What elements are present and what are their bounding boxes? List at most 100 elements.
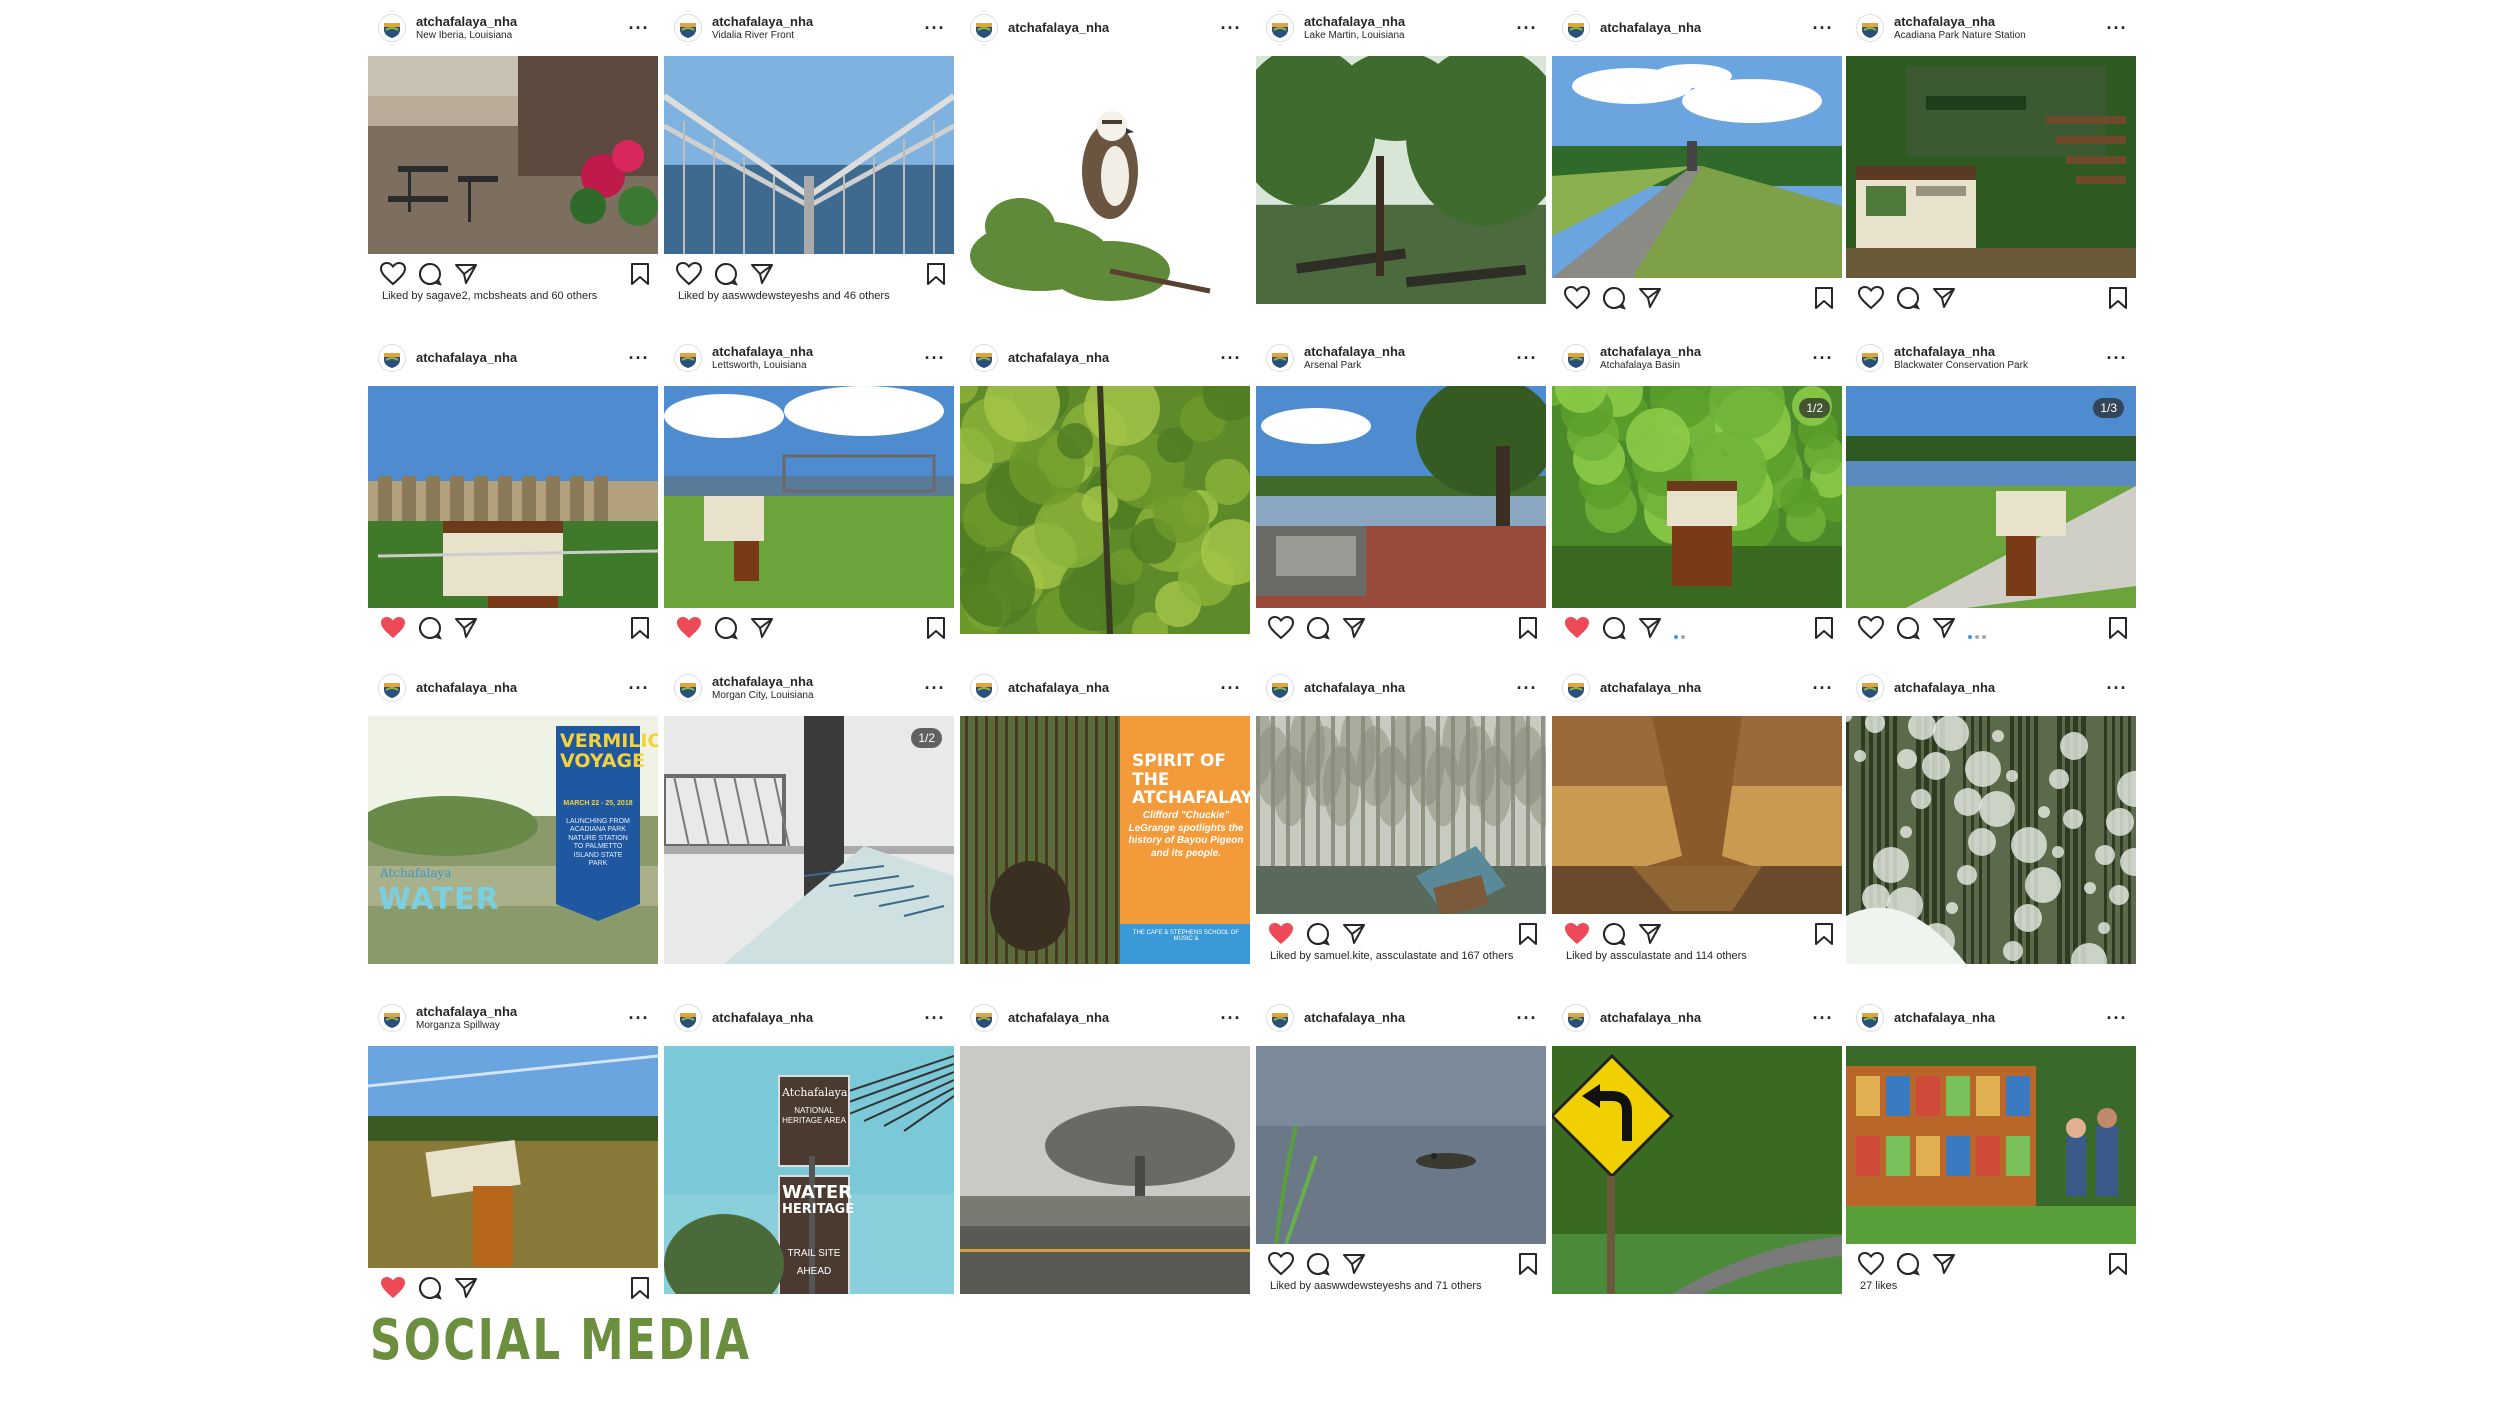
post-photo[interactable] [1846,56,2136,278]
like-heart-icon[interactable] [675,261,703,291]
liked-heart-icon[interactable] [1564,616,1590,645]
more-options-icon[interactable]: ··· [1512,348,1542,369]
post-username[interactable]: atchafalaya_nha [1304,1011,1512,1025]
bookmark-icon[interactable] [1518,922,1538,951]
profile-avatar[interactable] [674,1004,702,1032]
bookmark-icon[interactable] [630,262,650,291]
post-username[interactable]: atchafalaya_nha [1008,1011,1216,1025]
post-username[interactable]: atchafalaya_nha [416,1005,624,1019]
profile-avatar[interactable] [1562,1004,1590,1032]
likes-summary[interactable]: Liked by aaswwdewsteyeshs and 71 others [1270,1280,1482,1292]
likes-summary[interactable]: Liked by aaswwdewsteyeshs and 46 others [678,290,890,302]
post-photo[interactable] [1552,56,1842,278]
share-icon[interactable] [454,262,478,291]
instagram-post[interactable]: atchafalaya_nha Arsenal Park ··· [1256,330,1546,660]
more-options-icon[interactable]: ··· [1216,18,1246,39]
bookmark-icon[interactable] [2108,286,2128,315]
post-photo[interactable]: 1/2 [1552,386,1842,608]
bookmark-icon[interactable] [630,616,650,645]
profile-avatar[interactable] [378,1004,406,1032]
more-options-icon[interactable]: ··· [920,1008,950,1029]
post-location[interactable]: Atchafalaya Basin [1600,360,1808,372]
post-username[interactable]: atchafalaya_nha [1008,681,1216,695]
more-options-icon[interactable]: ··· [920,348,950,369]
more-options-icon[interactable]: ··· [2102,348,2132,369]
post-username[interactable]: atchafalaya_nha [1008,351,1216,365]
share-icon[interactable] [1342,1252,1366,1281]
liked-heart-icon[interactable] [1268,922,1294,951]
profile-avatar[interactable] [1266,344,1294,372]
instagram-post[interactable]: atchafalaya_nha Vidalia River Front ··· … [664,0,954,330]
profile-avatar[interactable] [1266,1004,1294,1032]
instagram-post[interactable]: atchafalaya_nha ··· [960,990,1250,1320]
share-icon[interactable] [1638,286,1662,315]
post-photo[interactable]: 1/3 [1846,386,2136,608]
post-photo[interactable] [1552,716,1842,914]
comment-icon[interactable] [1602,286,1626,315]
profile-avatar[interactable] [674,344,702,372]
instagram-post[interactable]: atchafalaya_nha ··· Liked by samuel.kite… [1256,660,1546,990]
profile-avatar[interactable] [1562,674,1590,702]
instagram-post[interactable]: atchafalaya_nha Morganza Spillway ··· [368,990,658,1320]
share-icon[interactable] [1932,1252,1956,1281]
comment-icon[interactable] [1896,1252,1920,1281]
more-options-icon[interactable]: ··· [624,678,654,699]
comment-icon[interactable] [1306,616,1330,645]
more-options-icon[interactable]: ··· [1512,1008,1542,1029]
more-options-icon[interactable]: ··· [1808,348,1838,369]
more-options-icon[interactable]: ··· [920,678,950,699]
share-icon[interactable] [454,1276,478,1305]
post-username[interactable]: atchafalaya_nha [1894,15,2102,29]
post-username[interactable]: atchafalaya_nha [416,15,624,29]
instagram-post[interactable]: atchafalaya_nha ··· [1552,990,1842,1320]
instagram-post[interactable]: atchafalaya_nha ··· 27 likes [1846,990,2136,1320]
post-username[interactable]: atchafalaya_nha [416,681,624,695]
profile-avatar[interactable] [970,344,998,372]
share-icon[interactable] [1342,616,1366,645]
post-location[interactable]: Arsenal Park [1304,360,1512,372]
profile-avatar[interactable] [1562,14,1590,42]
instagram-post[interactable]: atchafalaya_nha Acadiana Park Nature Sta… [1846,0,2136,330]
post-location[interactable]: Acadiana Park Nature Station [1894,30,2102,42]
comment-icon[interactable] [1602,616,1626,645]
bookmark-icon[interactable] [1814,922,1834,951]
likes-summary[interactable]: Liked by assculastate and 114 others [1566,950,1747,962]
like-heart-icon[interactable] [1857,285,1885,315]
share-icon[interactable] [1638,922,1662,951]
likes-summary[interactable]: 27 likes [1860,1280,1897,1292]
comment-icon[interactable] [1306,922,1330,951]
post-photo[interactable] [368,56,658,254]
like-heart-icon[interactable] [379,261,407,291]
comment-icon[interactable] [418,262,442,291]
comment-icon[interactable] [1896,286,1920,315]
post-photo[interactable] [368,1046,658,1268]
comment-icon[interactable] [418,1276,442,1305]
profile-avatar[interactable] [1266,674,1294,702]
more-options-icon[interactable]: ··· [1512,18,1542,39]
post-photo[interactable] [960,386,1250,634]
share-icon[interactable] [1638,616,1662,645]
instagram-post[interactable]: atchafalaya_nha ··· VERMILION VOYAGE MAR… [368,660,658,990]
post-location[interactable]: Blackwater Conservation Park [1894,360,2102,372]
post-photo[interactable] [1256,56,1546,304]
post-photo[interactable] [664,56,954,254]
instagram-post[interactable]: atchafalaya_nha ··· Liked by aaswwdewste… [1256,990,1546,1320]
post-username[interactable]: atchafalaya_nha [1600,345,1808,359]
profile-avatar[interactable] [674,14,702,42]
more-options-icon[interactable]: ··· [624,1008,654,1029]
post-location[interactable]: Morganza Spillway [416,1020,624,1032]
instagram-post[interactable]: atchafalaya_nha ··· [368,330,658,660]
post-username[interactable]: atchafalaya_nha [1304,681,1512,695]
profile-avatar[interactable] [1562,344,1590,372]
instagram-post[interactable]: atchafalaya_nha Lettsworth, Louisiana ··… [664,330,954,660]
more-options-icon[interactable]: ··· [1808,678,1838,699]
profile-avatar[interactable] [378,344,406,372]
comment-icon[interactable] [714,616,738,645]
bookmark-icon[interactable] [1518,616,1538,645]
post-username[interactable]: atchafalaya_nha [1008,21,1216,35]
post-username[interactable]: atchafalaya_nha [1894,681,2102,695]
post-username[interactable]: atchafalaya_nha [416,351,624,365]
post-username[interactable]: atchafalaya_nha [1304,345,1512,359]
more-options-icon[interactable]: ··· [1808,18,1838,39]
comment-icon[interactable] [714,262,738,291]
